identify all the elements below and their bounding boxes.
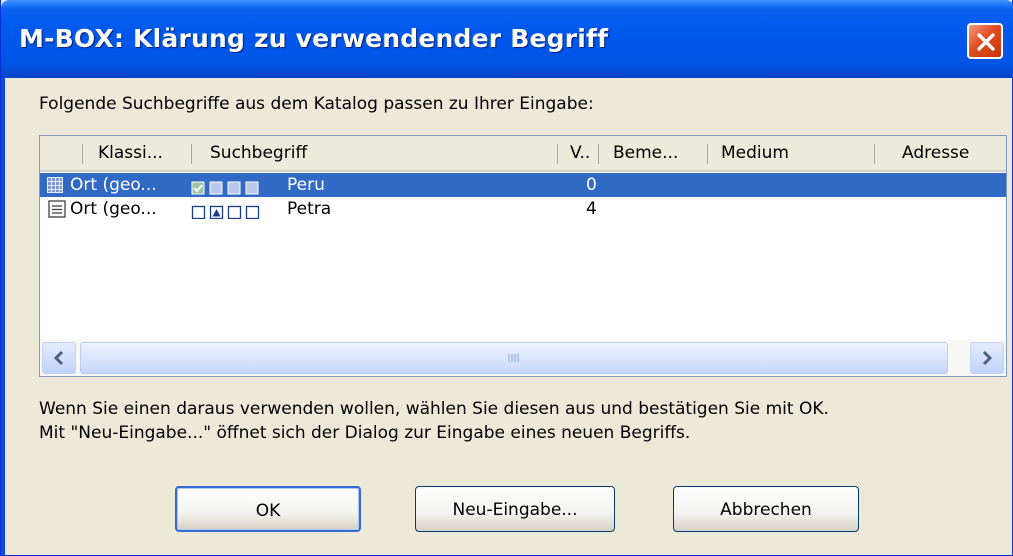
column-separator[interactable] xyxy=(82,144,83,164)
chevron-left-icon xyxy=(53,350,64,366)
column-header-adresse[interactable]: Adresse xyxy=(902,136,1002,170)
info-line-2: Mit "Neu-Eingabe..." öffnet sich der Dia… xyxy=(39,423,691,443)
title-bar[interactable]: M-BOX: Klärung zu verwendender Begriff xyxy=(1,0,1013,78)
new-entry-button[interactable]: Neu-Eingabe... xyxy=(415,486,615,532)
document-icon xyxy=(48,200,66,224)
row-v: 4 xyxy=(586,199,597,219)
column-header-klassi[interactable]: Klassi... xyxy=(98,136,202,170)
column-separator[interactable] xyxy=(707,144,708,164)
close-icon xyxy=(977,33,995,51)
column-header-suchbegriff[interactable]: Suchbegriff xyxy=(210,136,550,170)
row-klassifikation: Ort (geo... xyxy=(70,199,157,219)
list-row[interactable]: Ort (geo... Petra 4 xyxy=(40,197,1006,221)
info-text: Wenn Sie einen daraus verwenden wollen, … xyxy=(39,397,829,445)
results-listview[interactable]: Klassi... Suchbegriff V.. Beme... Medium… xyxy=(39,135,1007,377)
list-header: Klassi... Suchbegriff V.. Beme... Medium… xyxy=(40,136,1006,172)
ok-button[interactable]: OK xyxy=(175,486,361,532)
window-title: M-BOX: Klärung zu verwendender Begriff xyxy=(19,24,609,53)
close-button[interactable] xyxy=(967,23,1003,59)
info-line-1: Wenn Sie einen daraus verwenden wollen, … xyxy=(39,399,829,419)
grip-icon xyxy=(508,354,519,362)
dialog-window: M-BOX: Klärung zu verwendender Begriff F… xyxy=(0,0,1013,556)
list-row[interactable]: Ort (geo... Peru 0 xyxy=(40,173,1006,197)
column-header-icon[interactable] xyxy=(40,136,82,170)
intro-label: Folgende Suchbegriffe aus dem Katalog pa… xyxy=(39,94,594,114)
scroll-thumb[interactable] xyxy=(80,342,948,374)
column-header-medium[interactable]: Medium xyxy=(721,136,861,170)
scroll-right-button[interactable] xyxy=(970,342,1004,374)
window-border xyxy=(1,78,5,556)
column-separator[interactable] xyxy=(598,144,599,164)
column-separator[interactable] xyxy=(191,144,192,164)
column-header-v[interactable]: V.. xyxy=(570,136,600,170)
row-klassifikation: Ort (geo... xyxy=(70,175,157,195)
scroll-left-button[interactable] xyxy=(42,342,76,374)
chevron-right-icon xyxy=(982,350,993,366)
column-header-bemerkung[interactable]: Beme... xyxy=(613,136,703,170)
status-flags-icon xyxy=(191,202,279,226)
row-suchbegriff: Peru xyxy=(287,175,325,195)
row-v: 0 xyxy=(586,175,597,195)
column-separator[interactable] xyxy=(874,144,875,164)
row-suchbegriff: Petra xyxy=(287,199,332,219)
column-separator[interactable] xyxy=(557,144,558,164)
cancel-button[interactable]: Abbrechen xyxy=(673,486,859,532)
horizontal-scrollbar[interactable] xyxy=(40,340,1006,376)
